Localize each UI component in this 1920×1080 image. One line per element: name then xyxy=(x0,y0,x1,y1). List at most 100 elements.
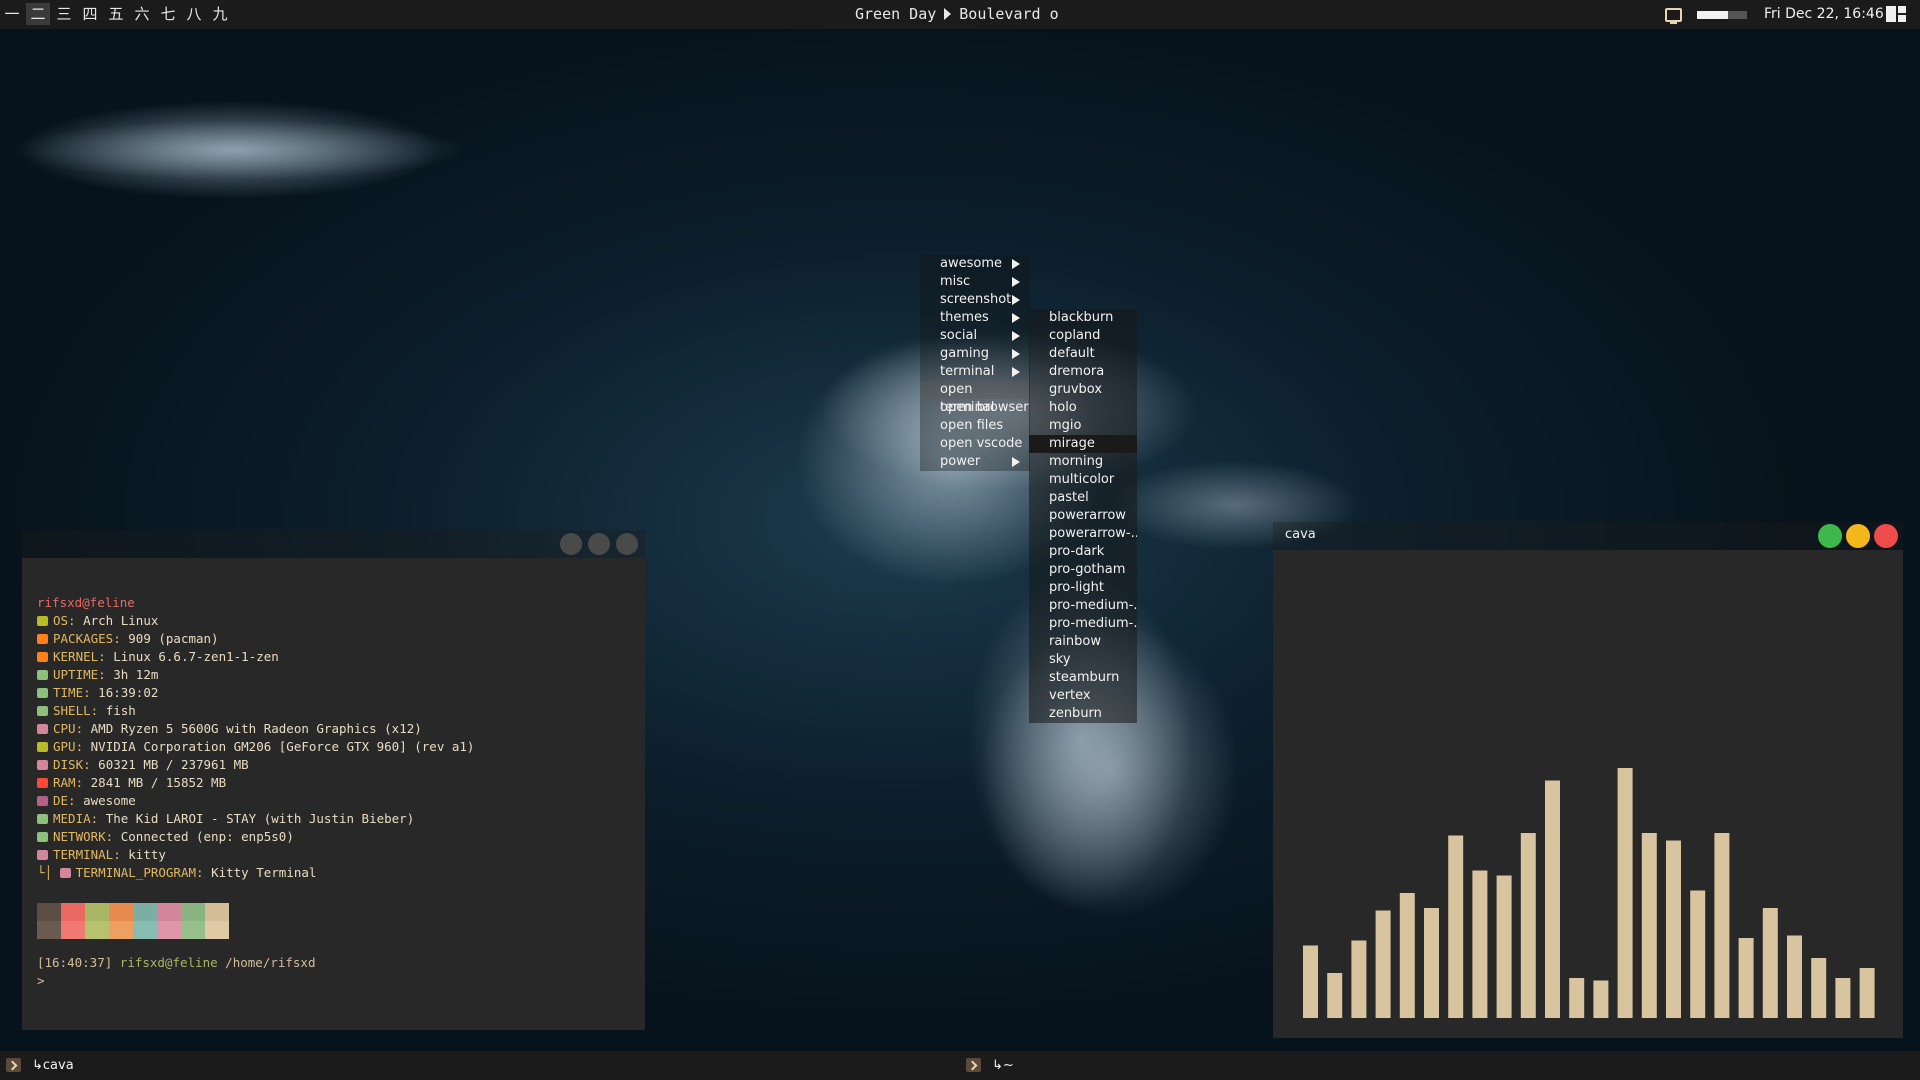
menu-item[interactable]: open files xyxy=(920,417,1030,435)
palette-swatch xyxy=(37,921,61,939)
info-line: RAM: 2841 MB / 15852 MB xyxy=(37,774,226,792)
theme-item[interactable]: gruvbox xyxy=(1029,381,1137,399)
theme-item[interactable]: holo xyxy=(1029,399,1137,417)
menu-item[interactable]: terminal xyxy=(920,363,1030,381)
close-button[interactable] xyxy=(1874,524,1898,548)
palette-swatch xyxy=(181,903,205,921)
layout-tile-icon[interactable] xyxy=(1886,6,1906,22)
info-line: TIME: 16:39:02 xyxy=(37,684,158,702)
workspace-tag[interactable]: 九 xyxy=(208,3,232,25)
monitor-icon[interactable] xyxy=(1665,8,1682,24)
theme-item[interactable]: dremora xyxy=(1029,363,1137,381)
theme-item[interactable]: copland xyxy=(1029,327,1137,345)
menu-item[interactable]: open browser xyxy=(920,399,1030,417)
maximize-button[interactable] xyxy=(588,533,610,555)
theme-item[interactable]: blackburn xyxy=(1029,309,1137,327)
minimize-button[interactable] xyxy=(560,533,582,555)
battery-indicator xyxy=(1697,11,1747,19)
prompt-path: /home/rifsxd xyxy=(225,955,316,970)
palette-swatch xyxy=(85,921,109,939)
menu-item[interactable]: social xyxy=(920,327,1030,345)
info-label: NETWORK: xyxy=(53,829,114,844)
theme-item[interactable]: pastel xyxy=(1029,489,1137,507)
info-value: 909 (pacman) xyxy=(128,631,219,646)
theme-item[interactable]: mgio xyxy=(1029,417,1137,435)
spectrum-bar xyxy=(1666,840,1681,1018)
info-line: OS: Arch Linux xyxy=(37,612,158,630)
theme-item[interactable]: default xyxy=(1029,345,1137,363)
menu-item[interactable]: misc xyxy=(920,273,1030,291)
spectrum-bar xyxy=(1448,835,1464,1018)
menu-item-label: screenshot xyxy=(940,292,1012,307)
theme-item[interactable]: pro-dark xyxy=(1029,543,1137,561)
task-home[interactable]: ↳~ xyxy=(992,1051,1014,1080)
palette-swatch xyxy=(157,921,181,939)
menu-item-label: open vscode xyxy=(940,436,1023,451)
info-label: DISK: xyxy=(53,757,91,772)
battery-fill xyxy=(1697,11,1728,19)
close-button[interactable] xyxy=(616,533,638,555)
menu-item[interactable]: screenshot xyxy=(920,291,1030,309)
spectrum-bar xyxy=(1424,908,1439,1018)
menu-item[interactable]: gaming xyxy=(920,345,1030,363)
shell-icon xyxy=(37,706,48,716)
workspace-tag[interactable]: 一 xyxy=(0,3,24,25)
spectrum-bar xyxy=(1811,958,1827,1018)
terminal-icon[interactable] xyxy=(966,1058,981,1072)
spectrum-bar xyxy=(1496,875,1512,1018)
theme-item[interactable]: vertex xyxy=(1029,687,1137,705)
spectrum-bar xyxy=(1762,908,1778,1018)
kitty-titlebar[interactable] xyxy=(22,530,645,558)
main-menu: awesome misc screenshot themes social gaming t… xyxy=(920,255,1030,471)
task-cava[interactable]: ↳cava xyxy=(32,1051,74,1080)
terminal-icon[interactable] xyxy=(6,1058,21,1072)
workspace-tag[interactable]: 八 xyxy=(182,3,206,25)
theme-item[interactable]: powerarrow xyxy=(1029,507,1137,525)
workspace-tag[interactable]: 七 xyxy=(156,3,180,25)
submenu-arrow-icon xyxy=(1012,259,1020,269)
window-title: cava xyxy=(1285,527,1316,542)
ram-icon xyxy=(37,778,48,788)
kitty-terminal[interactable]: rifsxd@feline OS: Arch Linux PACKAGES: 90… xyxy=(22,558,645,1030)
spectrum-bar xyxy=(1327,973,1343,1018)
maximize-button[interactable] xyxy=(1818,524,1842,548)
info-label: UPTIME: xyxy=(53,667,106,682)
theme-item[interactable]: steamburn xyxy=(1029,669,1137,687)
workspace-tag[interactable]: 四 xyxy=(78,3,102,25)
theme-item[interactable]: multicolor xyxy=(1029,471,1137,489)
workspace-tag[interactable]: 五 xyxy=(104,3,128,25)
info-label: PACKAGES: xyxy=(53,631,121,646)
info-label: SHELL: xyxy=(53,703,99,718)
theme-item[interactable]: pro-medium-... xyxy=(1029,597,1137,615)
palette-swatch xyxy=(109,921,133,939)
menu-item[interactable]: awesome xyxy=(920,255,1030,273)
cava-visualizer[interactable] xyxy=(1273,550,1903,1038)
menu-item[interactable]: power xyxy=(920,453,1030,471)
spectrum-bar xyxy=(1714,833,1730,1018)
theme-item[interactable]: rainbow xyxy=(1029,633,1137,651)
spectrum-bar xyxy=(1569,978,1585,1018)
theme-item[interactable]: pro-medium-... xyxy=(1029,615,1137,633)
theme-item[interactable]: powerarrow-... xyxy=(1029,525,1137,543)
theme-item[interactable]: pro-gotham xyxy=(1029,561,1137,579)
workspace-tag[interactable]: 六 xyxy=(130,3,154,25)
clock[interactable]: Fri Dec 22, 16:46 xyxy=(1764,0,1884,29)
palette-swatch xyxy=(109,903,133,921)
theme-item[interactable]: sky xyxy=(1029,651,1137,669)
menu-item[interactable]: themes xyxy=(920,309,1030,327)
palette-swatch xyxy=(157,903,181,921)
theme-item[interactable]: zenburn xyxy=(1029,705,1137,723)
spectrum-bars xyxy=(1303,768,1875,1018)
spectrum-bar xyxy=(1545,780,1560,1018)
theme-item[interactable]: pro-light xyxy=(1029,579,1137,597)
tree-branch: └│ xyxy=(37,865,53,880)
menu-item[interactable]: open terminal xyxy=(920,381,1030,415)
minimize-button[interactable] xyxy=(1846,524,1870,548)
now-playing[interactable]: Green Day Boulevard o xyxy=(855,0,1059,29)
menu-item[interactable]: open vscode xyxy=(920,435,1030,453)
theme-item[interactable]: morning xyxy=(1029,453,1137,471)
theme-item[interactable]: mirage xyxy=(1029,435,1137,453)
workspace-tag[interactable]: 二 xyxy=(26,3,50,25)
workspace-tag[interactable]: 三 xyxy=(52,3,76,25)
cava-titlebar[interactable]: cava xyxy=(1273,522,1903,550)
